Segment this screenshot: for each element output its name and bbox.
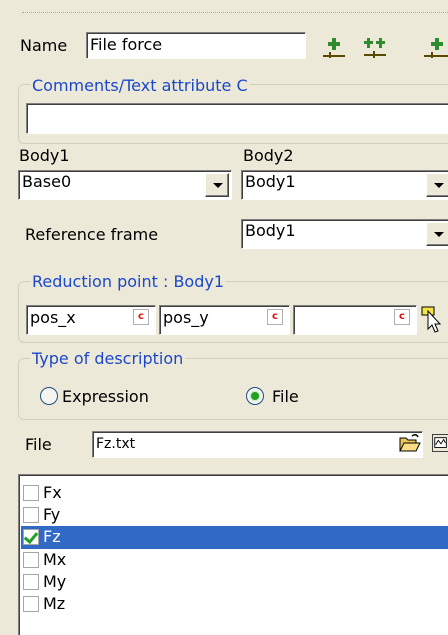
radio-expression-label[interactable]: Expression bbox=[62, 389, 149, 405]
plot-preview-icon[interactable] bbox=[432, 434, 448, 452]
reference-frame-select[interactable]: Body1 bbox=[241, 219, 448, 249]
file-input[interactable]: Fz.txt bbox=[92, 431, 423, 458]
checkbox[interactable] bbox=[23, 507, 39, 523]
name-input[interactable]: File force bbox=[86, 32, 306, 59]
checkbox[interactable] bbox=[23, 574, 39, 590]
reference-frame-label: Reference frame bbox=[25, 225, 159, 244]
list-item-label: Mx bbox=[43, 550, 67, 569]
c-badge-icon[interactable]: c bbox=[394, 309, 410, 325]
list-item-label: My bbox=[43, 572, 67, 591]
name-label: Name bbox=[20, 36, 68, 55]
description-legend: Type of description bbox=[30, 349, 186, 368]
pointer-select-icon[interactable] bbox=[420, 305, 446, 333]
list-item[interactable]: Fx bbox=[21, 482, 448, 505]
body1-label: Body1 bbox=[19, 146, 70, 165]
components-list: Fx Fy Fz Mx My Mz bbox=[18, 474, 448, 635]
top-separator bbox=[22, 12, 448, 13]
pos-x-input[interactable]: pos_x c bbox=[26, 305, 156, 335]
pos-z-input[interactable]: c bbox=[293, 305, 417, 335]
body2-label: Body2 bbox=[243, 146, 294, 165]
chevron-down-icon[interactable] bbox=[205, 173, 229, 197]
checkbox[interactable] bbox=[23, 485, 39, 501]
reference-frame-value: Body1 bbox=[245, 221, 296, 240]
comments-input[interactable] bbox=[26, 103, 448, 134]
pos-x-value: pos_x bbox=[30, 308, 76, 327]
file-label: File bbox=[25, 435, 52, 454]
comments-legend: Comments/Text attribute C bbox=[30, 76, 250, 95]
body1-select[interactable]: Base0 bbox=[18, 170, 232, 200]
radio-file[interactable] bbox=[246, 387, 264, 405]
chevron-down-icon[interactable] bbox=[426, 173, 448, 197]
list-item-label: Fx bbox=[43, 483, 62, 502]
open-folder-icon[interactable] bbox=[398, 431, 422, 455]
radio-expression[interactable] bbox=[40, 387, 58, 405]
pos-y-input[interactable]: pos_y c bbox=[159, 305, 290, 335]
list-item[interactable]: Mz bbox=[21, 593, 448, 616]
add-green-icon[interactable] bbox=[321, 36, 347, 60]
list-item[interactable]: Fz bbox=[21, 526, 448, 549]
add-multiple-green-icon[interactable] bbox=[362, 36, 388, 60]
list-item[interactable]: Fy bbox=[21, 504, 448, 527]
list-item-label: Mz bbox=[43, 594, 66, 613]
list-item[interactable]: Mx bbox=[21, 549, 448, 572]
body2-select[interactable]: Body1 bbox=[241, 170, 448, 200]
add-edge-icon[interactable] bbox=[422, 36, 448, 60]
c-badge-icon[interactable]: c bbox=[267, 309, 283, 325]
c-badge-icon[interactable]: c bbox=[133, 309, 149, 325]
list-item-label: Fz bbox=[43, 527, 61, 546]
list-item[interactable]: My bbox=[21, 571, 448, 594]
checkbox[interactable] bbox=[23, 596, 39, 612]
checkbox[interactable] bbox=[23, 529, 39, 545]
body1-value: Base0 bbox=[22, 172, 72, 191]
pos-y-value: pos_y bbox=[163, 308, 209, 327]
body2-value: Body1 bbox=[245, 172, 296, 191]
chevron-down-icon[interactable] bbox=[426, 222, 448, 246]
reduction-point-legend: Reduction point : Body1 bbox=[30, 272, 227, 291]
list-item-label: Fy bbox=[43, 505, 61, 524]
radio-file-label[interactable]: File bbox=[272, 389, 299, 405]
checkbox[interactable] bbox=[23, 552, 39, 568]
